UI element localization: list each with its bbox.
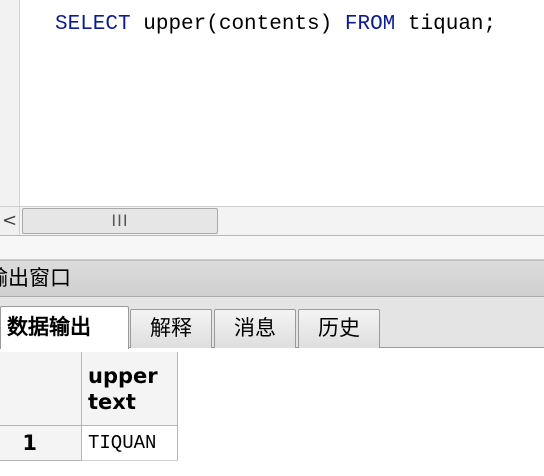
row-header[interactable]: 1: [0, 426, 82, 461]
sql-editor[interactable]: SELECT upper(contents) FROM tiquan;: [0, 0, 544, 206]
tab-explain[interactable]: 解释: [130, 309, 212, 348]
sql-keyword-select: SELECT: [55, 13, 131, 36]
sql-keyword-from: FROM: [344, 13, 396, 36]
output-panel-header: 输出窗口: [0, 260, 544, 297]
tab-history[interactable]: 历史: [298, 309, 380, 348]
sql-function-call: upper(contents): [143, 13, 333, 36]
pane-splitter[interactable]: [0, 236, 544, 260]
column-name: upper: [88, 364, 158, 388]
editor-gutter: [0, 0, 20, 206]
tab-messages[interactable]: 消息: [214, 309, 296, 348]
output-panel-title: 输出窗口: [0, 266, 71, 290]
table-cell[interactable]: TIQUAN: [82, 426, 178, 461]
sql-table-name: tiquan;: [407, 13, 497, 36]
tab-data-output[interactable]: 数据输出: [0, 306, 129, 349]
editor-horizontal-scrollbar[interactable]: < III: [0, 206, 544, 236]
grid-corner-cell[interactable]: [0, 352, 82, 426]
query-tool-window: SELECT upper(contents) FROM tiquan; < II…: [0, 0, 544, 476]
result-grid: upper text 1 TIQUAN: [0, 352, 544, 476]
column-type: text: [88, 390, 136, 414]
output-tab-bar: 数据输出 解释 消息 历史: [0, 297, 544, 349]
column-header-upper[interactable]: upper text: [82, 352, 178, 426]
sql-line-1: SELECT upper(contents) FROM tiquan;: [55, 12, 496, 38]
scroll-left-arrow-icon[interactable]: <: [0, 207, 20, 235]
scrollbar-thumb[interactable]: III: [22, 208, 218, 234]
